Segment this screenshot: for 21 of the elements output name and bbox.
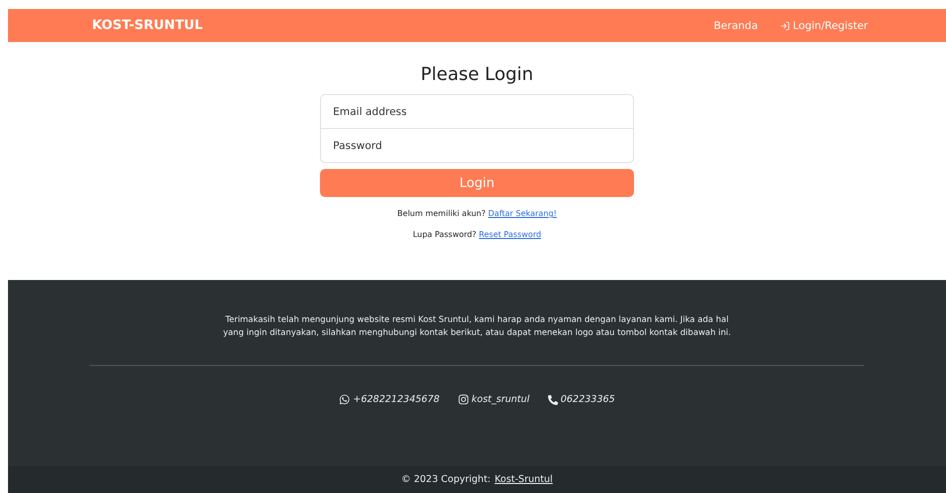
footer-message: Terimakasih telah mengunjung website resmi Kost Sruntul, kami harap anda nyaman dengan layanan kami. Jika ada hal yang ingin ditanyakan, silahkan menghubungi kontak berikut, atau dapat menekan logo atau tombol kontak dibawah ini. xyxy=(222,313,732,340)
instagram-icon xyxy=(458,394,469,406)
contact-link[interactable]: 062233365 xyxy=(548,394,615,406)
contact-link[interactable]: +6282212345678 xyxy=(339,394,440,406)
prompt-text: Lupa Password? Reset Password xyxy=(412,230,542,239)
login-icon xyxy=(780,20,790,30)
prompt-text: Belum memiliki akun? Daftar Sekarang! xyxy=(397,209,557,218)
prompt-link[interactable]: Daftar Sekarang! xyxy=(488,209,557,218)
input-field[interactable]: Password xyxy=(320,128,634,163)
input-field[interactable]: Email address xyxy=(320,94,634,129)
copyright-link[interactable]: Kost-Sruntul xyxy=(494,474,553,485)
whatsapp-icon xyxy=(339,394,350,406)
nav-link[interactable]: Beranda xyxy=(714,20,758,32)
brand-logo[interactable]: KOST-SRUNTUL xyxy=(92,18,692,33)
login-title: Please Login xyxy=(420,64,534,85)
contact-link[interactable]: kost_sruntul xyxy=(458,394,530,406)
prompt-link[interactable]: Reset Password xyxy=(478,230,542,239)
copyright-text: © 2023 Copyright: xyxy=(401,474,491,485)
login-button[interactable]: Login xyxy=(320,169,634,197)
nav-link[interactable]: Login/Register xyxy=(780,20,868,32)
phone-icon xyxy=(548,394,558,405)
